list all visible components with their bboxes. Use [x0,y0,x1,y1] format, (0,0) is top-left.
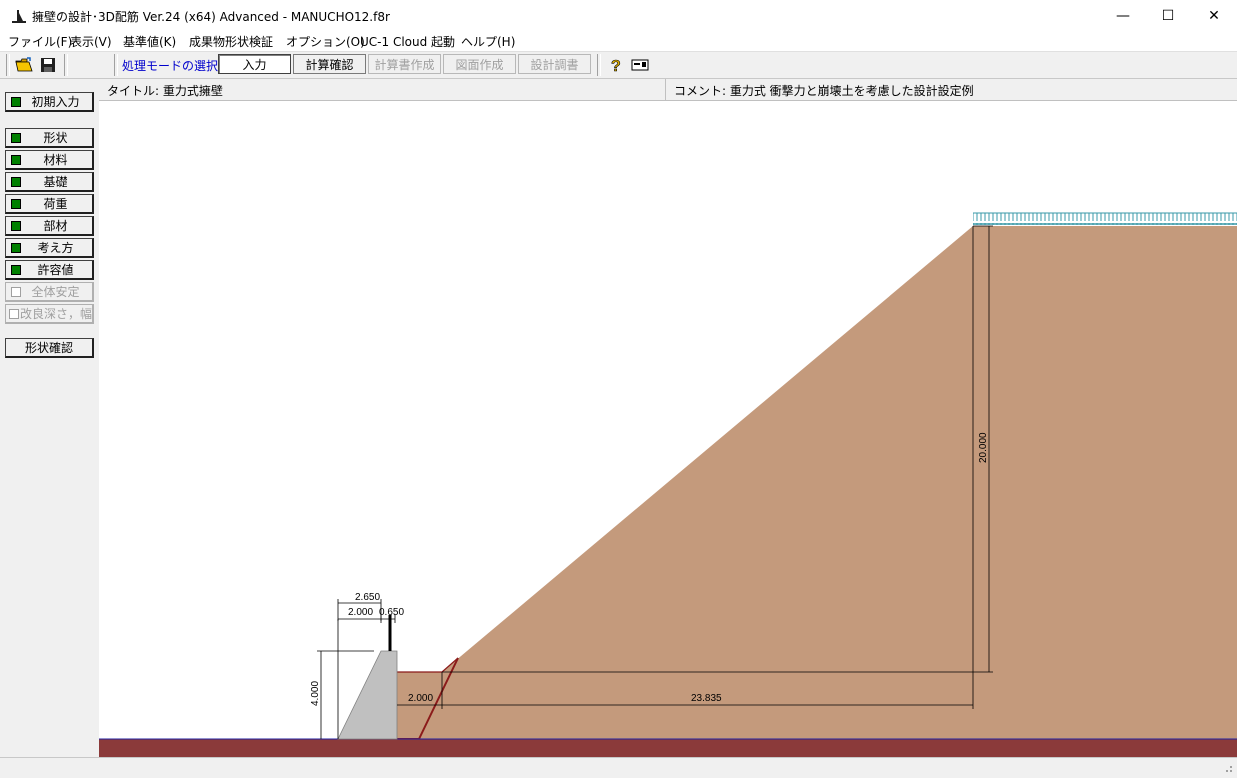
card-icon[interactable] [629,55,651,75]
resize-grip-icon[interactable] [1222,762,1234,774]
maximize-button[interactable]: ☐ [1145,0,1191,31]
design-title: タイトル: 重力式擁壁 [107,84,223,98]
mode-calc-check-button[interactable]: 計算確認 [293,54,366,74]
menu-help[interactable]: ヘルプ(H) [461,33,515,50]
checkbox-checked-icon [11,242,21,253]
mode-drawing-button: 図面作成 [443,54,516,74]
status-bar [0,757,1237,778]
sidebar-item-label: 部材 [43,219,68,233]
mode-input-button[interactable]: 入力 [218,54,291,74]
menu-options[interactable]: オプション(O) [286,33,365,50]
sidebar-item-label: 材料 [43,153,68,167]
sidebar-item-load[interactable]: 荷重 [5,194,94,214]
checkbox-checked-icon [11,264,21,275]
toolbar-separator [597,54,601,76]
sidebar-item-label: 許容値 [37,263,74,277]
sidebar-item-label: 考え方 [37,241,74,255]
sidebar-item-shape[interactable]: 形状 [5,128,94,148]
app-logo-icon [12,10,26,23]
checkbox-unchecked-icon [11,286,21,297]
sidebar-item-overall-stability: 全体安定 [5,282,94,302]
info-divider [665,79,666,100]
dim-top-left-label: 2.000 [348,607,373,618]
mode-report-button: 計算書作成 [368,54,441,74]
sidebar-item-initial-input[interactable]: 初期入力 [5,92,94,112]
surcharge-load [973,213,1237,225]
sidebar-item-material[interactable]: 材料 [5,150,94,170]
help-icon[interactable]: ? [605,55,627,75]
checkbox-unchecked-icon [9,308,19,319]
design-comment: コメント: 重力式 衝撃力と崩壊土を考慮した設計設定例 [674,84,974,98]
checkbox-checked-icon [11,198,21,209]
dim-slope-height-label: 20.000 [978,432,989,463]
sidebar-item-label: 改良深さ，幅 [20,307,93,321]
retaining-wall-drawing: 2.650 2.000 0.650 4.000 2.000 23.835 20.… [99,212,1237,757]
dim-top-right-label: 0.650 [379,607,404,618]
sidebar-item-label: 荷重 [43,197,68,211]
menu-bar: ファイル(F) 表示(V) 基準値(K) 成果物形状検証 オプション(O) UC… [0,31,1237,52]
checkbox-checked-icon [11,96,21,107]
mode-design-doc-button: 設計調書 [518,54,591,74]
save-disk-icon[interactable] [37,55,59,75]
toolbar-separator [114,54,118,76]
backfill-soil [397,226,1237,739]
menu-deliverable-check[interactable]: 成果物形状検証 [189,33,273,50]
checkbox-checked-icon [11,220,21,231]
sidebar-item-label: 全体安定 [31,285,80,299]
dim-top-total-label: 2.650 [355,592,380,603]
sidebar-item-label: 基礎 [43,175,68,189]
drawing-canvas[interactable]: 2.650 2.000 0.650 4.000 2.000 23.835 20.… [99,101,1237,757]
shape-confirm-button[interactable]: 形状確認 [5,338,94,358]
title-bar: 擁壁の設計･3D配筋 Ver.24 (x64) Advanced - MANUC… [0,0,1237,31]
toolbar: 処理モードの選択 入力 計算確認 計算書作成 図面作成 設計調書 ? [0,52,1237,79]
menu-uc1-cloud[interactable]: UC-1 Cloud 起動 [360,33,455,50]
toolbar-separator [64,54,68,76]
sidebar-item-allowable[interactable]: 許容値 [5,260,94,280]
minimize-icon: — [1116,7,1130,24]
sidebar-item-member[interactable]: 部材 [5,216,94,236]
checkbox-checked-icon [11,176,21,187]
dim-gap-label: 2.000 [408,693,433,704]
dim-slope-width-label: 23.835 [691,693,722,704]
info-bar: タイトル: 重力式擁壁 コメント: 重力式 衝撃力と崩壊土を考慮した設計設定例 [99,79,1237,101]
sidebar-item-label: 初期入力 [31,95,80,109]
ground-strip [99,739,1237,757]
shape-confirm-label: 形状確認 [24,341,73,355]
menu-view[interactable]: 表示(V) [70,33,112,50]
checkbox-checked-icon [11,154,21,165]
maximize-icon: ☐ [1161,7,1175,24]
menu-file[interactable]: ファイル(F) [8,33,72,50]
sidebar: 初期入力 形状 材料 基礎 荷重 部材 考え方 許容値 全体安定 改良深さ，幅 … [0,79,99,757]
dim-wall-height-label: 4.000 [310,681,321,706]
toolbar-separator [6,54,10,76]
sidebar-item-label: 形状 [43,131,68,145]
sidebar-item-approach[interactable]: 考え方 [5,238,94,258]
svg-text:?: ? [611,58,621,74]
close-icon: ✕ [1208,7,1220,24]
mode-select-label: 処理モードの選択 [122,59,219,73]
open-folder-icon[interactable] [13,55,35,75]
minimize-button[interactable]: — [1100,0,1146,31]
menu-standards[interactable]: 基準値(K) [123,33,176,50]
gravity-wall [337,650,398,740]
sidebar-item-improvement-depth: 改良深さ，幅 [5,304,94,324]
sidebar-item-foundation[interactable]: 基礎 [5,172,94,192]
close-button[interactable]: ✕ [1191,0,1237,31]
window-title: 擁壁の設計･3D配筋 Ver.24 (x64) Advanced - MANUC… [32,10,390,24]
checkbox-checked-icon [11,132,21,143]
